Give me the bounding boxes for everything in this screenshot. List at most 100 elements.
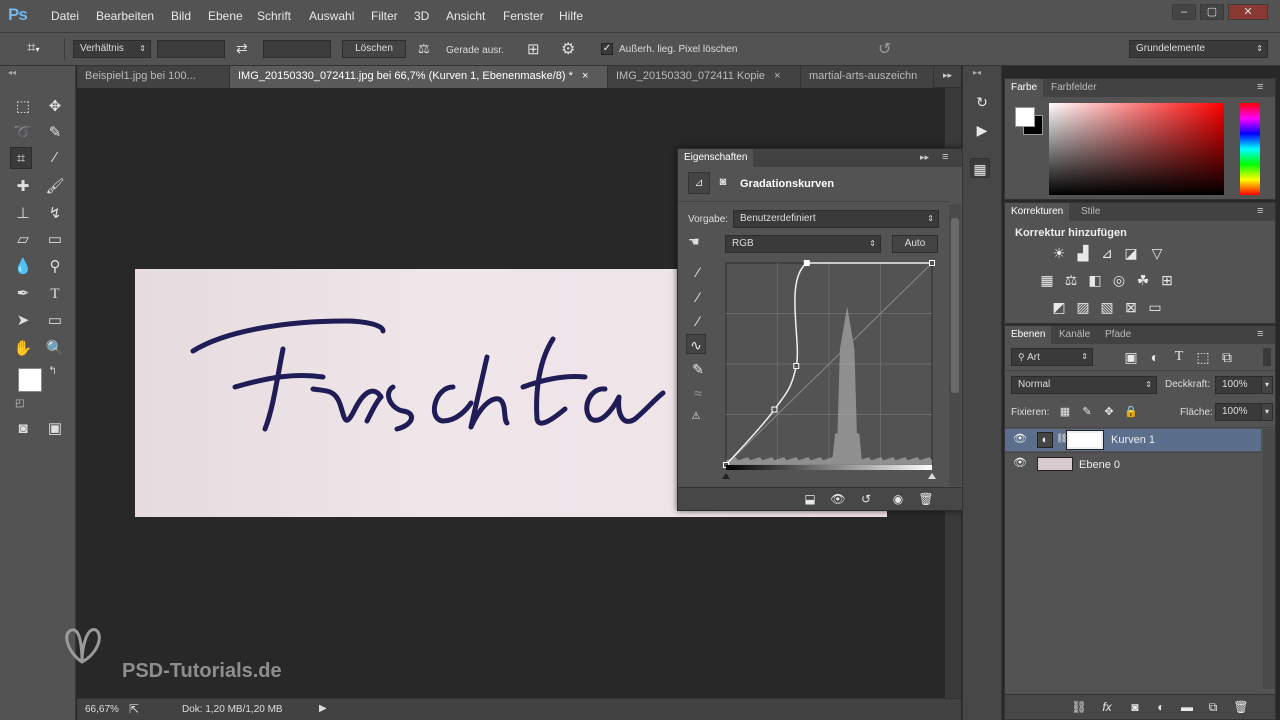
- vibrance-icon[interactable]: ▽: [1147, 243, 1167, 263]
- dodge-tool-icon[interactable]: ⚲: [44, 256, 66, 278]
- lock-pixels-icon[interactable]: ✎: [1077, 402, 1097, 422]
- curve-point[interactable]: [771, 406, 778, 413]
- view-previous-icon[interactable]: 👁: [828, 489, 848, 509]
- clear-button[interactable]: Löschen: [342, 40, 406, 58]
- delete-layer-icon[interactable]: 🗑: [1231, 697, 1251, 717]
- black-white-icon[interactable]: ◧: [1085, 270, 1105, 290]
- collapse-panel-icon[interactable]: ▸▸: [920, 152, 929, 163]
- on-image-adjust-icon[interactable]: ☚: [688, 234, 700, 250]
- opacity-dropdown-icon[interactable]: ▾: [1261, 376, 1273, 394]
- menu-datei[interactable]: Datei: [51, 9, 79, 23]
- layer-filter-select[interactable]: ⚲ Art ⇕: [1011, 348, 1093, 366]
- filter-pixel-icon[interactable]: ▣: [1121, 347, 1141, 367]
- tab-img-active[interactable]: IMG_20150330_072411.jpg bei 66,7% (Kurve…: [230, 66, 608, 88]
- crop-tool-icon[interactable]: ⌗: [10, 147, 32, 169]
- history-panel-icon[interactable]: ↻: [972, 92, 992, 112]
- menu-filter[interactable]: Filter: [371, 9, 398, 23]
- menu-3d[interactable]: 3D: [414, 9, 429, 23]
- tab-farbe[interactable]: Farbe: [1005, 79, 1044, 97]
- default-colors-icon[interactable]: ◰: [15, 398, 24, 409]
- opacity-field[interactable]: 100%: [1215, 376, 1265, 394]
- gray-point-eyedropper-icon[interactable]: ⁄: [688, 287, 708, 307]
- zoom-level[interactable]: 66,67%: [85, 704, 119, 715]
- color-lookup-icon[interactable]: ⊞: [1157, 270, 1177, 290]
- tab-kanaele[interactable]: Kanäle: [1053, 326, 1096, 344]
- pen-tool-icon[interactable]: ✒: [12, 283, 34, 305]
- fill-field[interactable]: 100%: [1215, 403, 1265, 421]
- reset-icon[interactable]: ↺: [878, 39, 891, 59]
- menu-schrift[interactable]: Schrift: [257, 9, 291, 23]
- auto-button[interactable]: Auto: [892, 235, 938, 253]
- clone-stamp-tool-icon[interactable]: ⊥: [12, 203, 34, 225]
- panel-menu-icon[interactable]: ≡: [1257, 328, 1263, 340]
- threshold-icon[interactable]: ▧: [1097, 297, 1117, 317]
- curves-icon[interactable]: ⊿: [1097, 243, 1117, 263]
- exposure-icon[interactable]: ◪: [1121, 243, 1141, 263]
- screen-mode-icon[interactable]: ▣: [44, 418, 66, 440]
- color-balance-icon[interactable]: ⚖: [1061, 270, 1081, 290]
- white-point-eyedropper-icon[interactable]: ⁄: [688, 311, 708, 331]
- pencil-curve-icon[interactable]: ✎: [688, 359, 708, 379]
- curve-point[interactable]: [803, 260, 810, 266]
- add-mask-icon[interactable]: ◙: [1125, 697, 1145, 717]
- workspace-select[interactable]: Grundelemente ⇕: [1129, 40, 1268, 58]
- menu-bearbeiten[interactable]: Bearbeiten: [96, 9, 154, 23]
- tab-martial-arts[interactable]: martial-arts-auszeichn: [801, 66, 934, 88]
- tab-close-icon[interactable]: ×: [774, 70, 780, 82]
- actions-panel-icon[interactable]: ▶: [972, 120, 992, 140]
- hand-tool-icon[interactable]: ✋: [12, 338, 34, 360]
- crop-tool-preset-icon[interactable]: ⌗▾: [27, 39, 55, 59]
- visibility-eye-icon[interactable]: 👁: [1013, 456, 1027, 469]
- tab-img-kopie[interactable]: IMG_20150330_072411 Kopie ×: [608, 66, 801, 88]
- minimize-button[interactable]: –: [1172, 4, 1196, 20]
- tab-ebenen[interactable]: Ebenen: [1005, 326, 1052, 344]
- selective-color-icon[interactable]: ⊠: [1121, 297, 1141, 317]
- fill-dropdown-icon[interactable]: ▾: [1261, 403, 1273, 421]
- posterize-icon[interactable]: ▨: [1073, 297, 1093, 317]
- settings-gear-icon[interactable]: ⚙: [561, 39, 575, 59]
- menu-auswahl[interactable]: Auswahl: [309, 9, 354, 23]
- levels-icon[interactable]: ▟: [1073, 243, 1093, 263]
- layer-name[interactable]: Ebene 0: [1079, 459, 1120, 471]
- tab-stile[interactable]: Stile: [1075, 203, 1106, 221]
- clip-to-layer-icon[interactable]: ⬓: [800, 489, 820, 509]
- tab-farbfelder[interactable]: Farbfelder: [1045, 79, 1103, 97]
- curves-graph[interactable]: [722, 259, 940, 479]
- panel-menu-icon[interactable]: ≡: [942, 151, 948, 163]
- link-layers-icon[interactable]: ⛓: [1069, 697, 1089, 717]
- lock-position-icon[interactable]: ✥: [1099, 402, 1119, 422]
- hue-saturation-icon[interactable]: ▦: [1037, 270, 1057, 290]
- collapse-toolbar-icon[interactable]: ◂◂: [8, 68, 16, 77]
- restore-button[interactable]: ▢: [1200, 4, 1224, 20]
- photo-filter-icon[interactable]: ◎: [1109, 270, 1129, 290]
- foreground-swatch[interactable]: [1015, 107, 1035, 127]
- move-tool-icon[interactable]: ✥: [44, 96, 66, 118]
- layer-row-ebene-0[interactable]: 👁 Ebene 0: [1005, 452, 1261, 474]
- lock-all-icon[interactable]: 🔒: [1121, 402, 1141, 422]
- hue-slider[interactable]: [1240, 103, 1260, 195]
- layer-name[interactable]: Kurven 1: [1111, 434, 1155, 446]
- curve-point-tool-icon[interactable]: ∿: [686, 334, 706, 354]
- healing-brush-tool-icon[interactable]: ✚: [12, 176, 34, 198]
- export-icon[interactable]: ⇱: [129, 702, 139, 716]
- panel-menu-icon[interactable]: ≡: [1257, 205, 1263, 217]
- reset-adjustment-icon[interactable]: ↺: [856, 489, 876, 509]
- mask-icon[interactable]: ◙: [712, 172, 734, 194]
- tab-close-icon[interactable]: ×: [582, 70, 588, 82]
- zoom-tool-icon[interactable]: 🔍: [44, 338, 66, 360]
- lasso-tool-icon[interactable]: ➰: [12, 122, 34, 144]
- width-field[interactable]: [157, 40, 225, 58]
- black-point-eyedropper-icon[interactable]: ⁄: [688, 262, 708, 282]
- straighten-icon[interactable]: ⚖: [418, 41, 430, 57]
- filter-smart-object-icon[interactable]: ⧉: [1217, 347, 1237, 367]
- menu-ansicht[interactable]: Ansicht: [446, 9, 485, 23]
- visibility-eye-icon[interactable]: 👁: [1013, 432, 1027, 445]
- path-selection-tool-icon[interactable]: ➤: [12, 310, 34, 332]
- panel-menu-icon[interactable]: ≡: [1257, 81, 1263, 93]
- properties-scrollbar[interactable]: [949, 204, 961, 486]
- curves-adjustment-icon[interactable]: ⊿: [688, 172, 710, 194]
- quick-mask-icon[interactable]: ◙: [12, 418, 34, 440]
- channel-mixer-icon[interactable]: ☘: [1133, 270, 1153, 290]
- color-spectrum-field[interactable]: [1049, 103, 1224, 195]
- menu-fenster[interactable]: Fenster: [503, 9, 544, 23]
